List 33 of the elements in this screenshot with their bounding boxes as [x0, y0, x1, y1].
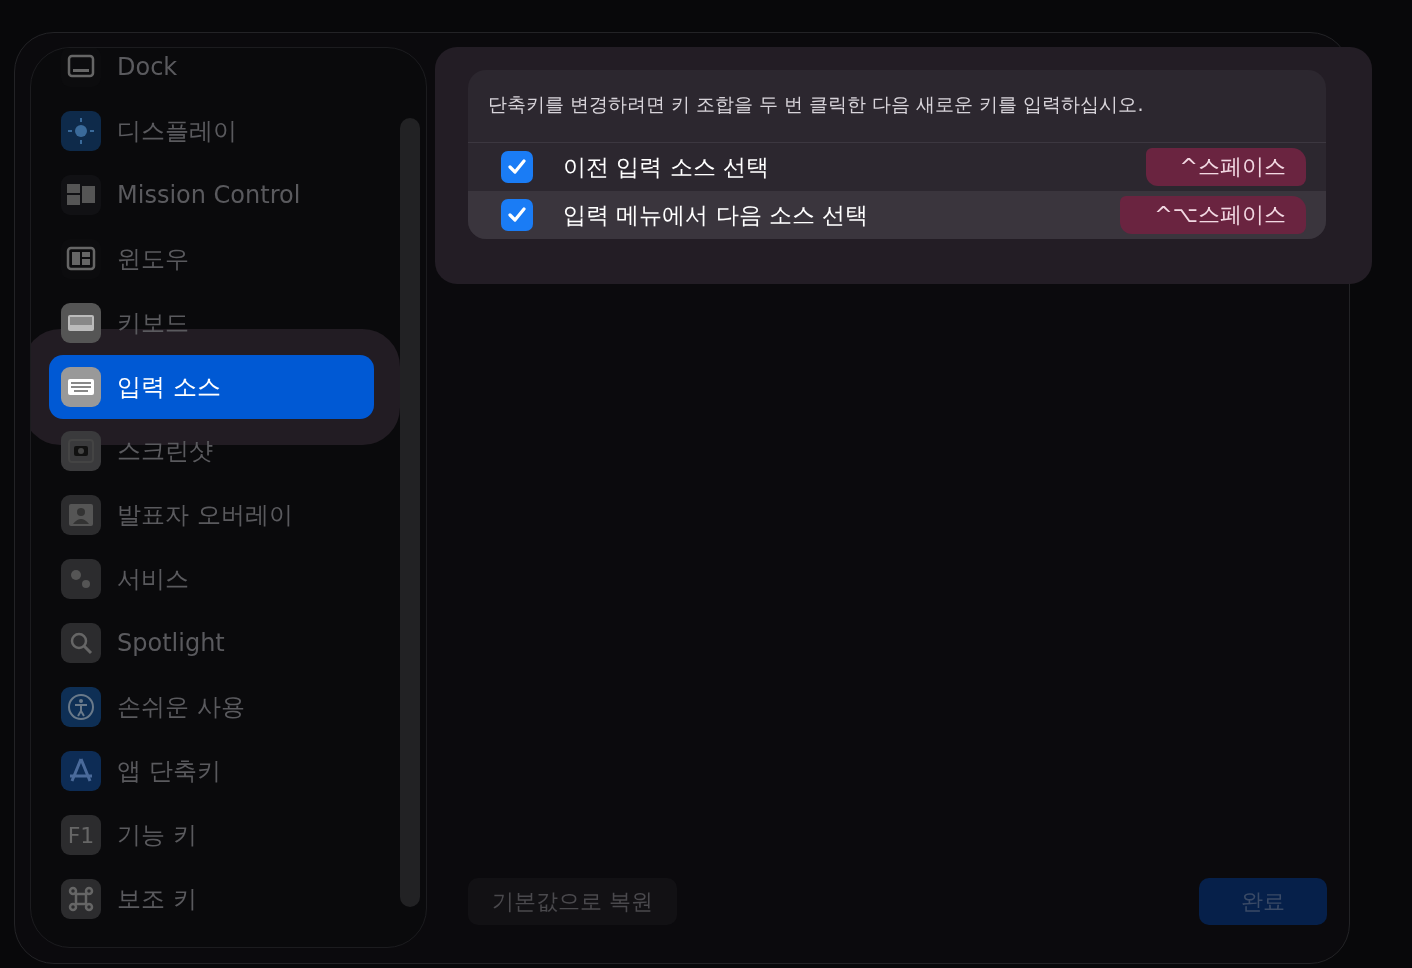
- key-combination[interactable]: ^스페이스: [1145, 148, 1306, 186]
- app-store-icon: [61, 751, 101, 791]
- key-combination[interactable]: ^⌥스페이스: [1120, 196, 1306, 234]
- windows-grid-icon: [61, 175, 101, 215]
- sidebar-item[interactable]: Spotlight: [49, 611, 374, 675]
- keyboard-icon: [61, 303, 101, 343]
- checkbox[interactable]: [501, 151, 533, 183]
- restore-defaults-button[interactable]: 기본값으로 복원: [468, 878, 677, 925]
- instruction-text: 단축키를 변경하려면 키 조합을 두 번 클릭한 다음 새로운 키를 입력하십시오.: [468, 70, 1326, 143]
- sidebar-item[interactable]: 윈도우: [49, 227, 374, 291]
- command-key-icon: [61, 879, 101, 919]
- search-icon: [61, 623, 101, 663]
- shortcut-label: 입력 메뉴에서 다음 소스 선택: [563, 200, 870, 230]
- sidebar-item[interactable]: 발표자 오버레이: [49, 483, 374, 547]
- shortcut-label: 이전 입력 소스 선택: [563, 152, 770, 182]
- scrollbar[interactable]: [400, 118, 420, 907]
- sidebar-item[interactable]: 디스플레이: [49, 99, 374, 163]
- sidebar-item[interactable]: 앱 단축키: [49, 739, 374, 803]
- sidebar-item[interactable]: 손쉬운 사용: [49, 675, 374, 739]
- accessibility-icon: [61, 687, 101, 727]
- keyboard-icon: [61, 367, 101, 407]
- camera-icon: [61, 431, 101, 471]
- sidebar-item[interactable]: F1 기능 키: [49, 803, 374, 867]
- sidebar-item[interactable]: Dock: [49, 48, 374, 99]
- person-icon: [61, 495, 101, 535]
- sidebar-item[interactable]: Mission Control: [49, 163, 374, 227]
- checkbox[interactable]: [501, 199, 533, 231]
- sidebar-item[interactable]: 키보드: [49, 291, 374, 355]
- sun-icon: [61, 111, 101, 151]
- function-key-icon: F1: [61, 815, 101, 855]
- sidebar-item[interactable]: 서비스: [49, 547, 374, 611]
- sidebar-item[interactable]: 보조 키: [49, 867, 374, 931]
- sidebar-item[interactable]: 스크린샷: [49, 419, 374, 483]
